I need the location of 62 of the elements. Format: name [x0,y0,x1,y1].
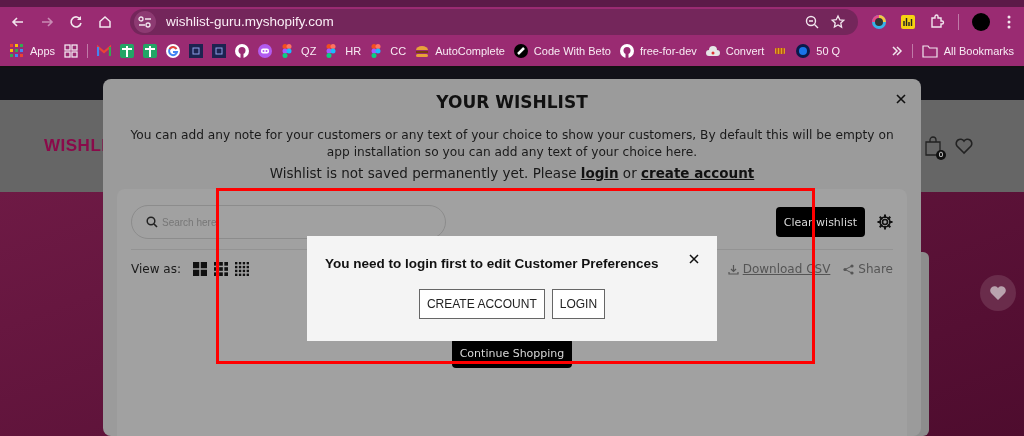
star-icon[interactable] [830,13,846,30]
bookmark[interactable]: AutoComplete [415,44,505,58]
close-icon[interactable] [689,253,699,264]
bag-icon [924,136,942,156]
all-bookmarks-button[interactable]: All Bookmarks [921,44,1014,58]
save-notice: Wishlist is not saved permanently yet. Please login or create account [268,164,756,183]
grid-view-icon[interactable] [192,262,207,276]
login-button[interactable]: LOGIN [551,289,606,319]
share-icon [843,263,855,275]
bookmark[interactable]: Convert [705,44,765,58]
account-link[interactable]: create account [641,165,755,181]
bookmark[interactable]: HR [325,44,362,58]
url-text: wishlist-guru.myshopify.com [166,14,334,29]
heart-icon [989,285,1007,301]
b-logo-icon [796,44,811,58]
bar-chart-icon[interactable] [900,13,916,30]
menu-icon[interactable] [1007,14,1011,29]
site-info-button[interactable] [134,10,156,33]
note-text: You can add any note for your customers or any text of your choice to show your customers, By default this will be empty on app installation so you can add any text of your choice here. [129,127,895,161]
g-logo-icon[interactable] [166,44,181,58]
close-icon[interactable] [896,94,906,104]
apps-grid-icon [10,44,24,58]
download-icon [727,263,739,275]
octocat-icon [619,44,634,58]
bookmark[interactable]: CC [370,44,407,58]
burger-icon [415,44,430,58]
modal-title: YOUR WISHLIST [436,91,588,113]
bookmark[interactable]: Code With Beto [513,44,611,58]
bookmark[interactable]: QZ [281,44,317,58]
ring-logo-icon [513,44,528,58]
grid-view-icon[interactable] [213,262,228,276]
cloud-icon [705,44,720,58]
bookmark[interactable]: Apps [10,44,56,58]
search-icon [146,216,158,228]
bookmark[interactable]: free-for-dev [619,44,697,58]
zoom-out-icon[interactable] [804,13,820,30]
chevrons-icon[interactable] [890,46,903,56]
folder-icon [921,44,938,58]
grid-icon[interactable] [64,44,79,58]
color-wheel-icon[interactable] [871,13,887,30]
chip-icon[interactable] [189,44,204,58]
clear-wishlist-button[interactable]: Clear wishlist [775,207,865,237]
settings-icon[interactable] [877,214,893,230]
reload-icon[interactable] [68,13,84,30]
plus-sheet-icon[interactable] [143,44,158,58]
create-account-button[interactable]: CREATE ACCOUNT [418,289,545,319]
grid-view-icon[interactable] [234,262,249,276]
tune-icon [138,15,152,28]
profile-avatar-icon[interactable] [972,12,990,31]
chip-icon[interactable] [212,44,227,58]
heart-icon[interactable] [954,137,974,155]
puzzle-icon[interactable] [929,13,945,30]
home-icon[interactable] [97,13,113,30]
chat-bot-icon[interactable] [258,44,273,58]
view-label: View as: [131,262,181,276]
bookmark[interactable]: 50 Q [796,44,841,58]
account-link[interactable]: login [580,165,619,181]
octocat-icon[interactable] [235,44,250,58]
wishlist-heart-button[interactable] [980,275,1016,311]
plus-sheet-icon[interactable] [120,44,135,58]
dialog-message: You need to login first to edit Customer Preferences [325,256,659,271]
address-bar[interactable]: wishlist-guru.myshopify.com [130,8,858,35]
